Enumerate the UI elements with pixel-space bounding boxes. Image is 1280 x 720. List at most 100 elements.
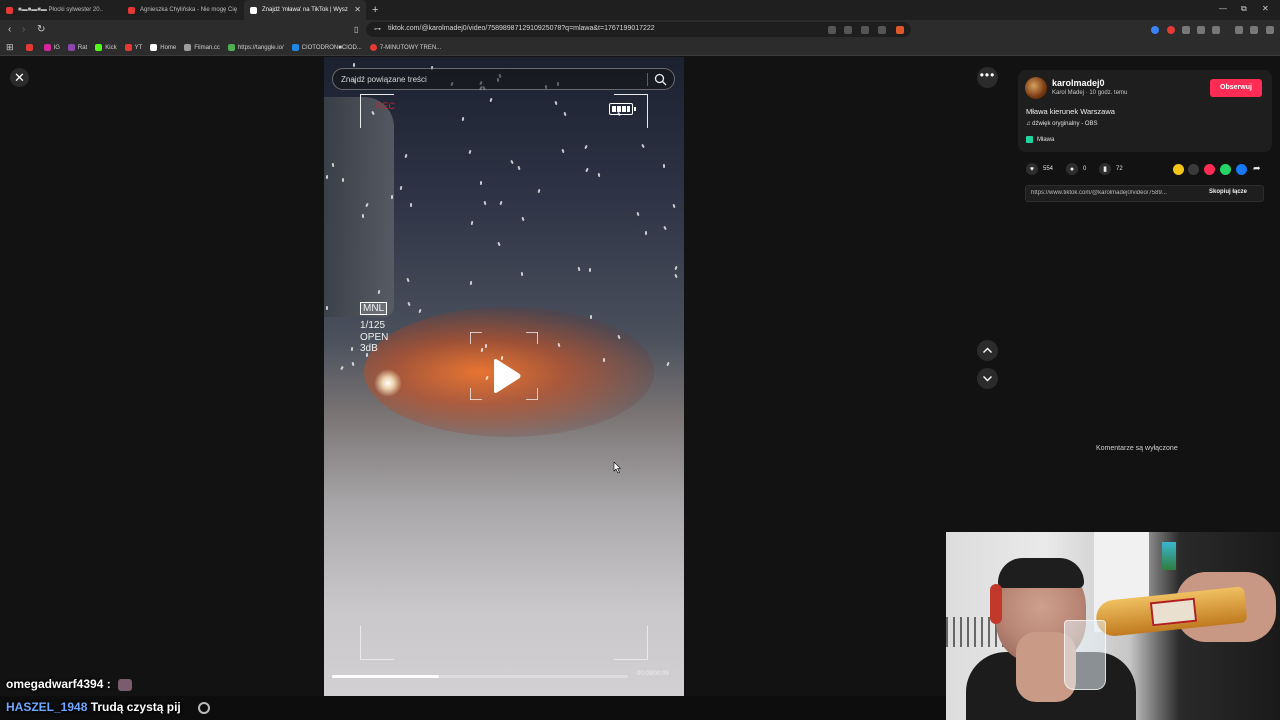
- save-button[interactable]: ▮ 72: [1099, 163, 1123, 175]
- play-icon[interactable]: [490, 358, 522, 394]
- save-count: 72: [1116, 166, 1123, 172]
- chat-message: omegadwarf4394 :: [6, 677, 133, 691]
- snowflake: [602, 357, 606, 363]
- more-options-button[interactable]: •••: [977, 67, 998, 88]
- bookmark-item[interactable]: https://tanggle.io/: [227, 44, 284, 51]
- music-link[interactable]: ♫ dźwięk oryginalny - OBS: [1026, 121, 1098, 127]
- snowflake: [674, 273, 678, 279]
- vpn-icon[interactable]: [1250, 26, 1258, 34]
- webcam-background-poster: [1162, 542, 1176, 570]
- video-progress-fill: [332, 675, 439, 678]
- mouse-cursor-icon: [613, 462, 621, 474]
- extension-icon[interactable]: [828, 26, 836, 34]
- snowflake: [662, 163, 666, 169]
- close-video-button[interactable]: ✕: [10, 68, 29, 87]
- bookmark-favicon-icon: [25, 44, 33, 51]
- menu-icon[interactable]: [1266, 26, 1274, 34]
- extensions-puzzle-icon[interactable]: [1197, 26, 1205, 34]
- send-share-icon[interactable]: [1204, 164, 1215, 175]
- like-count: 554: [1043, 166, 1054, 172]
- bookmark-favicon-icon: [67, 44, 75, 51]
- next-video-button[interactable]: [977, 368, 998, 389]
- restore-button[interactable]: ⧉: [1241, 4, 1247, 14]
- chat-emote-icon: [198, 701, 211, 714]
- share-arrow-icon[interactable]: ➦: [1253, 163, 1261, 174]
- apps-icon[interactable]: ⊞: [6, 42, 14, 53]
- bookmark-item[interactable]: Kick: [95, 44, 117, 51]
- snowflake: [404, 153, 408, 159]
- whatsapp-share-icon[interactable]: [1220, 164, 1231, 175]
- snowflake: [479, 180, 483, 186]
- record-extension-icon[interactable]: [1167, 26, 1175, 34]
- brave-shield-icon[interactable]: [896, 26, 904, 34]
- snowflake: [483, 200, 487, 206]
- audio-playing-icon[interactable]: [1151, 26, 1159, 34]
- location-label: Mława: [1037, 136, 1055, 143]
- previous-video-button[interactable]: [977, 340, 998, 361]
- camera-gain-label: 3dB: [360, 343, 378, 354]
- minimize-button[interactable]: —: [1219, 4, 1227, 13]
- site-info-icon[interactable]: ⊶: [374, 25, 381, 33]
- follow-button[interactable]: Obserwuj: [1210, 79, 1262, 97]
- url-text[interactable]: tiktok.com/@karolmadej0/video/7589898712…: [388, 25, 655, 32]
- browser-tab-2[interactable]: Agnieszka Chylińska - Nie mogę Cię: [122, 0, 244, 20]
- comment-count: 0: [1083, 166, 1087, 172]
- related-search-input[interactable]: [341, 72, 641, 87]
- embed-share-icon[interactable]: [1188, 164, 1199, 175]
- copy-link-button[interactable]: Skopiuj łącze: [1209, 189, 1247, 195]
- author-avatar[interactable]: [1025, 77, 1047, 99]
- snowflake: [325, 174, 329, 180]
- share-page-icon[interactable]: [878, 26, 886, 34]
- bookmark-item[interactable]: Filman.cc: [184, 44, 220, 51]
- translate-icon[interactable]: [861, 26, 869, 34]
- emoji-share-icon[interactable]: [1173, 164, 1184, 175]
- webcam-person-hair: [998, 558, 1084, 588]
- extension-icon[interactable]: [844, 26, 852, 34]
- bookmark-icon[interactable]: ▯: [354, 24, 358, 36]
- bookmark-item[interactable]: 7-MINUTOWY TREN...: [369, 44, 441, 51]
- snowflake: [537, 188, 541, 194]
- bookmark-item[interactable]: Home: [150, 44, 176, 51]
- snowflake: [361, 213, 365, 219]
- browser-tab-active[interactable]: Znajdź 'mława' na TikTok | Wysz ✕: [244, 0, 366, 20]
- media-icon[interactable]: [1235, 26, 1243, 34]
- snowflake: [325, 305, 329, 311]
- new-tab-button[interactable]: +: [372, 4, 378, 16]
- kick-icon: [95, 44, 103, 51]
- snowflake: [407, 301, 411, 307]
- video-progress-bar[interactable]: [332, 675, 628, 678]
- author-username[interactable]: karolmadej0: [1052, 78, 1105, 88]
- tiktok-favicon-icon: [250, 6, 257, 14]
- browser-tab-1[interactable]: ■▬■▬■▬ Płocki sylwester 20..: [0, 0, 122, 20]
- snowflake: [584, 144, 588, 150]
- extension-icon[interactable]: [1182, 26, 1190, 34]
- back-icon[interactable]: ‹: [8, 24, 11, 36]
- webcam-headset: [990, 584, 1002, 624]
- camera-mode-label: MNL: [360, 302, 388, 315]
- window-close-button[interactable]: ✕: [1262, 4, 1269, 13]
- reload-icon[interactable]: ↻: [37, 24, 45, 36]
- video-link-text[interactable]: https://www.tiktok.com/@karolmadej0/vide…: [1031, 190, 1203, 196]
- video-frame-truck: [324, 97, 394, 317]
- comment-button[interactable]: ● 0: [1066, 163, 1086, 175]
- related-search-bar[interactable]: [332, 68, 675, 90]
- location-link[interactable]: Mława: [1026, 136, 1054, 143]
- snowflake: [468, 149, 472, 155]
- search-divider: [647, 73, 648, 86]
- chat-username: HASZEL_1948: [6, 700, 88, 714]
- sidebar-icon[interactable]: [1212, 26, 1220, 34]
- tab-close-icon[interactable]: ✕: [354, 5, 361, 15]
- bookmark-item[interactable]: CIOTODRON■CIOD...: [291, 44, 362, 51]
- rec-indicator: REC: [376, 101, 396, 111]
- search-icon[interactable]: [654, 73, 667, 86]
- like-button[interactable]: ♥ 554: [1026, 163, 1053, 175]
- snowflake: [585, 167, 589, 173]
- bookmark-item[interactable]: Rat: [67, 44, 87, 51]
- bookmark-item[interactable]: IG: [43, 44, 60, 51]
- bookmark-item[interactable]: YT: [124, 44, 142, 51]
- snowflake: [577, 266, 581, 272]
- bookmark-item[interactable]: [25, 44, 36, 51]
- snowflake: [331, 162, 335, 168]
- facebook-share-icon[interactable]: [1236, 164, 1247, 175]
- snowflake: [588, 267, 592, 273]
